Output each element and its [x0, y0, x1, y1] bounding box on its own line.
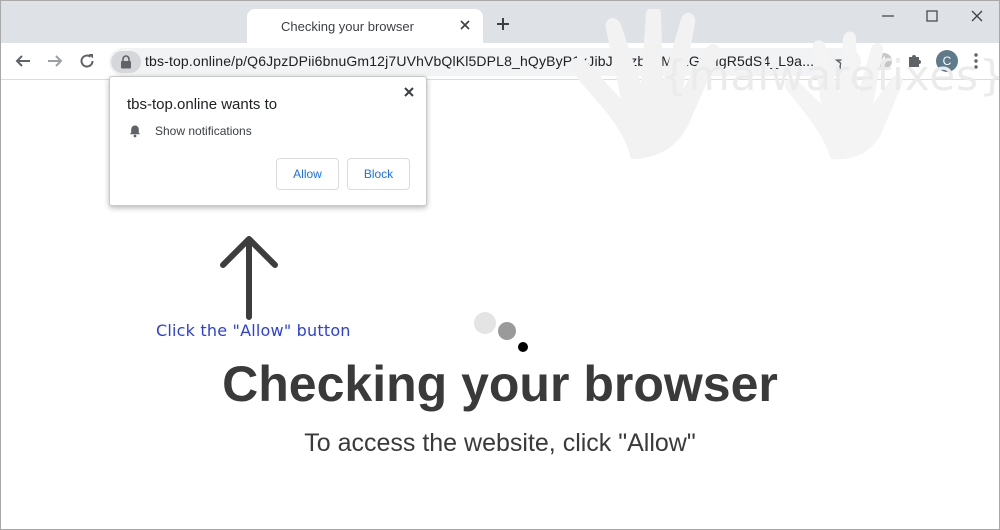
browser-window: Checking your browser tbs-top.online/p/Q…: [0, 0, 1000, 530]
arrow-right-icon[interactable]: [45, 51, 65, 71]
tab-active[interactable]: Checking your browser: [247, 9, 483, 43]
tab-title: Checking your browser: [281, 19, 414, 34]
plus-icon[interactable]: [495, 16, 511, 32]
popup-title: tbs-top.online wants to: [127, 96, 278, 113]
hint-text: Click the "Allow" button: [156, 321, 351, 340]
block-button[interactable]: Block: [347, 158, 410, 190]
site-info-button[interactable]: [111, 51, 141, 73]
reload-icon[interactable]: [77, 51, 97, 71]
notification-permission-popup: tbs-top.online wants to Show notificatio…: [109, 76, 427, 206]
arrow-left-icon[interactable]: [13, 51, 33, 71]
close-icon[interactable]: [402, 85, 416, 99]
arrow-up-icon: [220, 236, 278, 320]
lock-icon: [121, 55, 131, 69]
watermark-text: {malwarefixes}: [661, 51, 1000, 100]
loading-spinner-icon: [474, 312, 528, 352]
allow-button[interactable]: Allow: [276, 158, 339, 190]
close-icon[interactable]: [457, 17, 473, 33]
permission-label: Show notifications: [155, 124, 252, 138]
page-title: Checking your browser: [222, 356, 778, 412]
page-subtitle: To access the website, click "Allow": [304, 429, 696, 457]
bell-icon: [129, 125, 141, 138]
